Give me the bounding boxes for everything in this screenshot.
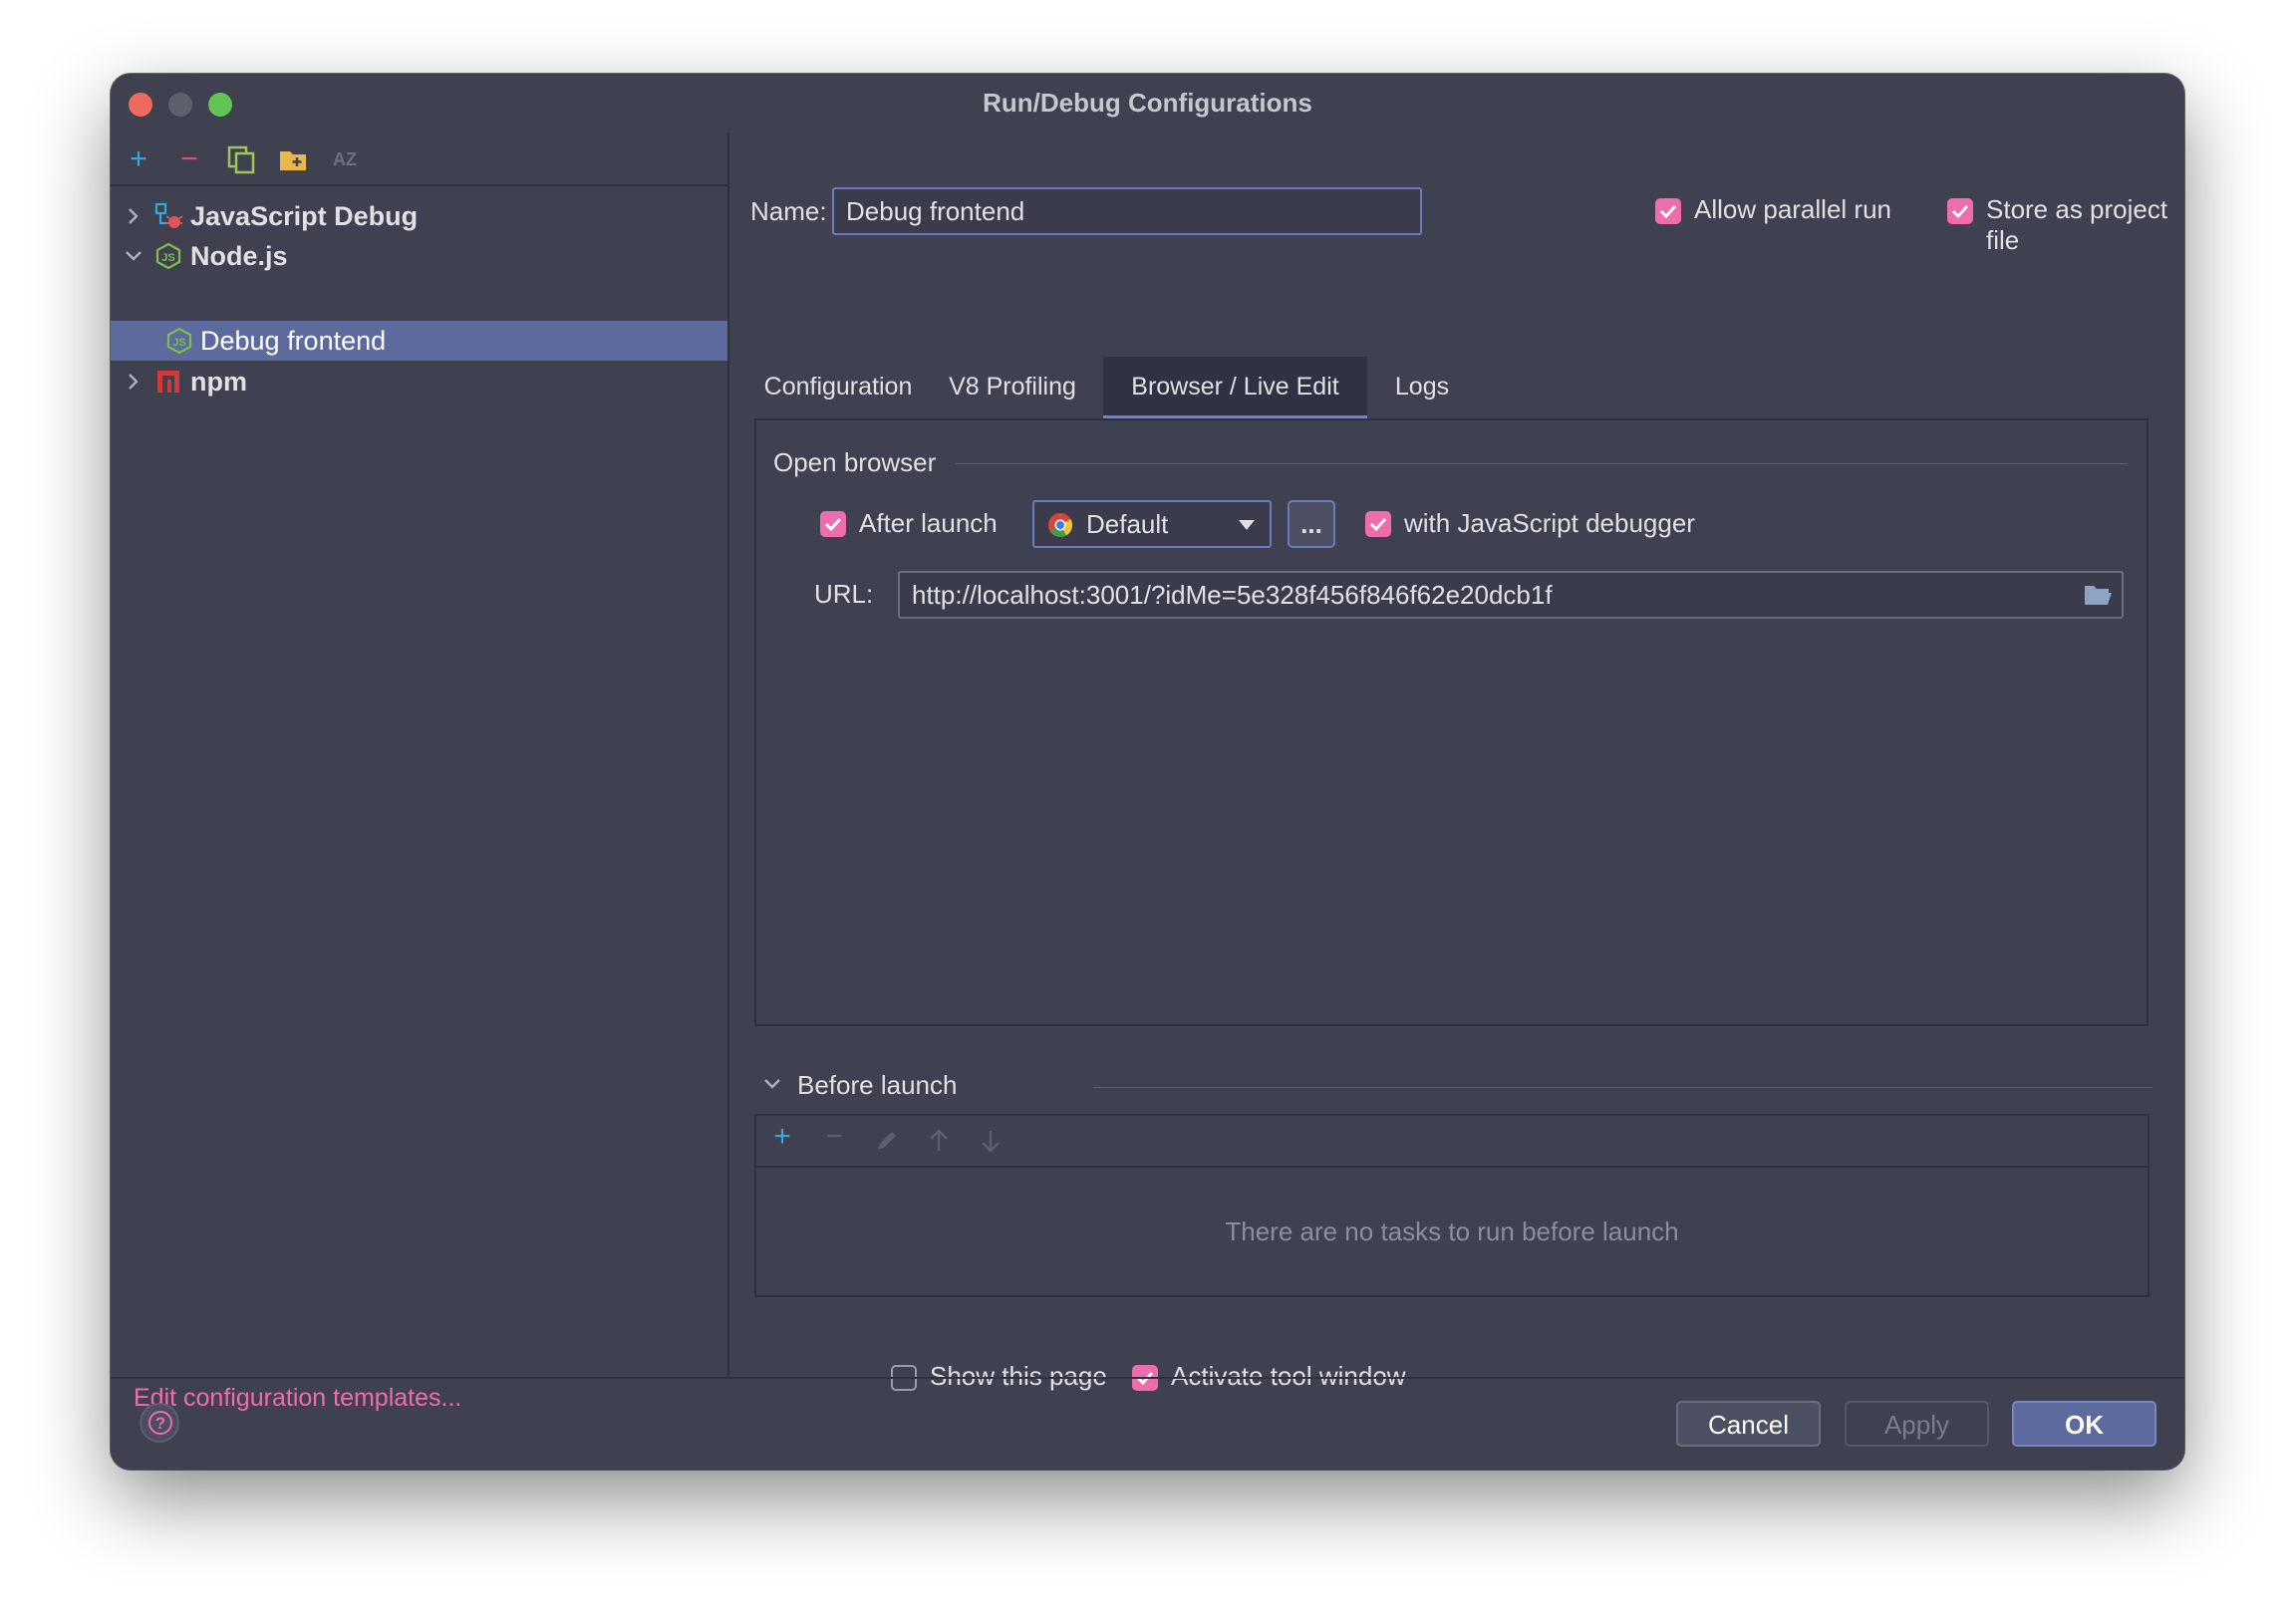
move-down-icon[interactable] xyxy=(978,1128,1004,1154)
cancel-button[interactable]: Cancel xyxy=(1676,1401,1821,1447)
remove-task-icon[interactable]: − xyxy=(818,1122,850,1154)
with-javascript-debugger-checkbox[interactable] xyxy=(1365,511,1391,537)
chevron-down-icon[interactable] xyxy=(124,246,144,266)
tab-browser-live-edit[interactable]: Browser / Live Edit xyxy=(1103,357,1367,418)
tree-item-label: Debug frontend xyxy=(200,326,387,356)
tree-item-nodejs[interactable]: JS Node.js xyxy=(111,236,727,276)
before-launch-task-list: + − There are no tasks to run before lau… xyxy=(754,1114,2150,1297)
edit-task-icon[interactable] xyxy=(874,1128,900,1154)
tree-item-javascript-debug[interactable]: JavaScript Debug xyxy=(111,196,727,236)
with-javascript-debugger-label: with JavaScript debugger xyxy=(1404,508,1695,538)
no-tasks-message: There are no tasks to run before launch xyxy=(1225,1216,1679,1246)
after-launch-checkbox[interactable] xyxy=(820,511,846,537)
allow-parallel-run-label: Allow parallel run xyxy=(1694,194,1891,224)
name-input[interactable]: Debug frontend xyxy=(832,187,1422,235)
configuration-editor: Name: Debug frontend Allow parallel run … xyxy=(728,133,2184,1391)
open-browser-section-title: Open browser xyxy=(773,447,937,477)
dropdown-arrow-icon xyxy=(1239,520,1255,530)
browser-live-edit-panel: Open browser After launch Default ... wi… xyxy=(754,418,2149,1026)
before-launch-title: Before launch xyxy=(797,1070,958,1100)
copy-configuration-icon[interactable] xyxy=(225,144,257,176)
nodejs-icon: JS xyxy=(155,242,181,270)
svg-text:JS: JS xyxy=(161,252,174,264)
allow-parallel-run-checkbox[interactable] xyxy=(1655,198,1681,224)
tree-item-label: npm xyxy=(190,367,247,397)
after-launch-label: After launch xyxy=(859,508,998,538)
edit-configuration-templates-link[interactable]: Edit configuration templates... xyxy=(134,1384,461,1413)
browser-select-value: Default xyxy=(1086,509,1169,539)
tree-item-label: Node.js xyxy=(190,241,288,271)
ok-button[interactable]: OK xyxy=(2012,1401,2156,1447)
folder-browse-icon[interactable] xyxy=(2083,582,2113,608)
tab-logs[interactable]: Logs xyxy=(1367,357,1477,418)
url-input[interactable]: http://localhost:3001/?idMe=5e328f456f84… xyxy=(898,571,2124,619)
tab-bar: Configuration V8 Profiling Browser / Liv… xyxy=(754,357,2152,418)
sort-alphabetically-icon[interactable]: AZ xyxy=(329,144,361,176)
remove-configuration-icon[interactable]: − xyxy=(173,144,205,176)
before-launch-toolbar: + − xyxy=(756,1116,2148,1168)
nodejs-config-icon: JS xyxy=(166,327,192,355)
tree-item-npm[interactable]: npm xyxy=(111,362,727,402)
tab-configuration[interactable]: Configuration xyxy=(754,357,922,418)
footer-divider xyxy=(111,1377,2184,1379)
chevron-right-icon[interactable] xyxy=(124,372,144,392)
apply-button[interactable]: Apply xyxy=(1845,1401,1989,1447)
section-divider xyxy=(1093,1087,2152,1088)
chevron-right-icon[interactable] xyxy=(124,206,144,226)
tree-item-debug-frontend[interactable]: JS Debug frontend xyxy=(111,321,727,361)
browser-settings-button[interactable]: ... xyxy=(1288,500,1335,548)
window-title: Run/Debug Configurations xyxy=(983,88,1312,118)
section-divider xyxy=(956,463,2128,464)
move-up-icon[interactable] xyxy=(926,1128,952,1154)
new-folder-icon[interactable] xyxy=(277,144,309,176)
add-task-icon[interactable]: + xyxy=(766,1122,798,1154)
chevron-down-icon[interactable] xyxy=(762,1074,782,1094)
store-as-project-file-checkbox[interactable] xyxy=(1947,198,1973,224)
name-label: Name: xyxy=(750,196,827,226)
configurations-sidebar: + − AZ JavaScript Debug JS Node.js JS De… xyxy=(111,133,729,1412)
svg-text:JS: JS xyxy=(172,337,185,349)
run-debug-configurations-dialog: Run/Debug Configurations + − AZ JavaScri… xyxy=(111,74,2184,1470)
javascript-debug-icon xyxy=(154,202,182,228)
help-icon: ? xyxy=(148,1411,172,1435)
sidebar-toolbar: + − AZ xyxy=(111,133,727,186)
npm-icon xyxy=(157,371,179,393)
url-label: URL: xyxy=(814,579,874,609)
help-button[interactable]: ? xyxy=(140,1403,179,1443)
tab-v8-profiling[interactable]: V8 Profiling xyxy=(922,357,1103,418)
store-as-project-file-label: Store as project file xyxy=(1986,194,2168,255)
chrome-icon xyxy=(1048,513,1073,538)
tree-item-label: JavaScript Debug xyxy=(190,201,419,231)
add-configuration-icon[interactable]: + xyxy=(123,144,154,176)
